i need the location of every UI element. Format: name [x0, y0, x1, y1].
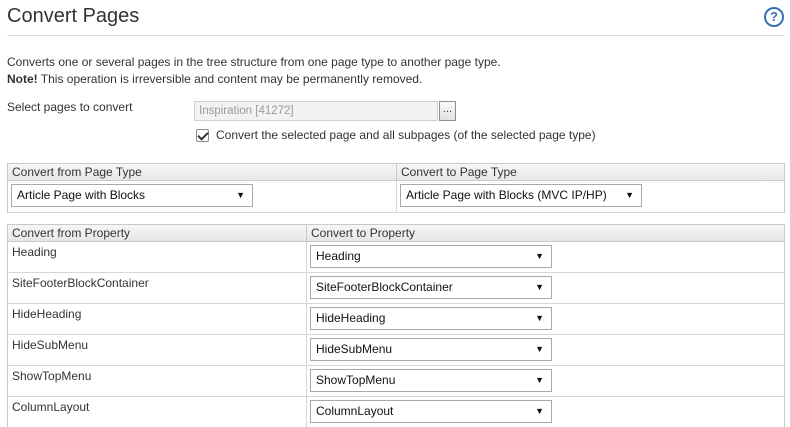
to-property-cell: Heading ▼ [307, 242, 784, 272]
chevron-down-icon: ▼ [236, 190, 245, 200]
title-divider [7, 35, 785, 36]
include-subpages-label[interactable]: Convert the selected page and all subpag… [216, 128, 596, 142]
property-header-row: Convert from Property Convert to Propert… [8, 225, 784, 242]
chevron-down-icon: ▼ [535, 344, 544, 354]
to-property-select[interactable]: SiteFooterBlockContainer ▼ [310, 276, 552, 299]
to-property-value: ShowTopMenu [316, 373, 396, 387]
to-property-select[interactable]: ShowTopMenu ▼ [310, 369, 552, 392]
include-subpages-checkbox[interactable] [196, 129, 209, 142]
from-property-cell: HideHeading [8, 304, 307, 334]
selected-page-input[interactable]: Inspiration [41272] [194, 101, 438, 121]
from-property-cell: HideSubMenu [8, 335, 307, 365]
page-title: Convert Pages [7, 5, 140, 27]
from-property-cell: SiteFooterBlockContainer [8, 273, 307, 303]
to-page-type-value: Article Page with Blocks (MVC IP/HP) [406, 188, 607, 202]
page-type-grid: Convert from Page Type Convert to Page T… [7, 163, 785, 213]
note-label: Note! [7, 72, 38, 86]
page-type-row: Article Page with Blocks ▼ Article Page … [8, 181, 784, 213]
select-pages-label: Select pages to convert [7, 100, 133, 114]
property-row: Heading Heading ▼ [8, 242, 784, 273]
to-property-select[interactable]: HideHeading ▼ [310, 307, 552, 330]
chevron-down-icon: ▼ [535, 282, 544, 292]
chevron-down-icon: ▼ [625, 190, 634, 200]
chevron-down-icon: ▼ [535, 313, 544, 323]
description-text: Converts one or several pages in the tre… [7, 55, 501, 69]
help-icon[interactable]: ? [764, 7, 784, 27]
chevron-down-icon: ▼ [535, 406, 544, 416]
from-property-name: SiteFooterBlockContainer [12, 276, 149, 290]
property-row: ShowTopMenu ShowTopMenu ▼ [8, 366, 784, 397]
property-grid: Convert from Property Convert to Propert… [7, 224, 785, 427]
to-property-value: ColumnLayout [316, 404, 394, 418]
warning-note: Note! This operation is irreversible and… [7, 72, 422, 86]
to-property-cell: ColumnLayout ▼ [307, 397, 784, 427]
to-property-cell: SiteFooterBlockContainer ▼ [307, 273, 784, 303]
from-property-name: HideSubMenu [12, 338, 89, 352]
from-page-type-header: Convert from Page Type [8, 164, 397, 180]
property-row: ColumnLayout ColumnLayout ▼ [8, 397, 784, 427]
from-property-cell: Heading [8, 242, 307, 272]
property-row: HideSubMenu HideSubMenu ▼ [8, 335, 784, 366]
to-property-select[interactable]: Heading ▼ [310, 245, 552, 268]
from-property-cell: ShowTopMenu [8, 366, 307, 396]
chevron-down-icon: ▼ [535, 251, 544, 261]
from-property-name: HideHeading [12, 307, 82, 321]
to-property-value: Heading [316, 249, 361, 263]
to-property-select[interactable]: ColumnLayout ▼ [310, 400, 552, 423]
from-page-type-value: Article Page with Blocks [17, 188, 146, 202]
from-property-cell: ColumnLayout [8, 397, 307, 427]
from-property-name: ShowTopMenu [12, 369, 92, 383]
from-property-header: Convert from Property [8, 225, 307, 241]
page-type-header-row: Convert from Page Type Convert to Page T… [8, 164, 784, 181]
to-property-header: Convert to Property [311, 226, 416, 240]
browse-page-button[interactable]: ... [439, 101, 456, 121]
to-page-type-select[interactable]: Article Page with Blocks (MVC IP/HP) ▼ [400, 184, 642, 207]
to-property-cell: ShowTopMenu ▼ [307, 366, 784, 396]
from-page-type-cell: Article Page with Blocks ▼ [8, 181, 397, 212]
from-property-name: ColumnLayout [12, 400, 90, 414]
from-property-name: Heading [12, 245, 57, 259]
to-page-type-header: Convert to Page Type [401, 165, 517, 179]
from-page-type-select[interactable]: Article Page with Blocks ▼ [11, 184, 253, 207]
note-text: This operation is irreversible and conte… [37, 72, 423, 86]
property-row: SiteFooterBlockContainer SiteFooterBlock… [8, 273, 784, 304]
to-property-value: HideHeading [316, 311, 386, 325]
to-property-value: HideSubMenu [316, 342, 393, 356]
to-property-select[interactable]: HideSubMenu ▼ [310, 338, 552, 361]
to-property-value: SiteFooterBlockContainer [316, 280, 453, 294]
to-page-type-cell: Article Page with Blocks (MVC IP/HP) ▼ [397, 181, 784, 212]
to-property-cell: HideSubMenu ▼ [307, 335, 784, 365]
to-property-cell: HideHeading ▼ [307, 304, 784, 334]
property-row: HideHeading HideHeading ▼ [8, 304, 784, 335]
chevron-down-icon: ▼ [535, 375, 544, 385]
